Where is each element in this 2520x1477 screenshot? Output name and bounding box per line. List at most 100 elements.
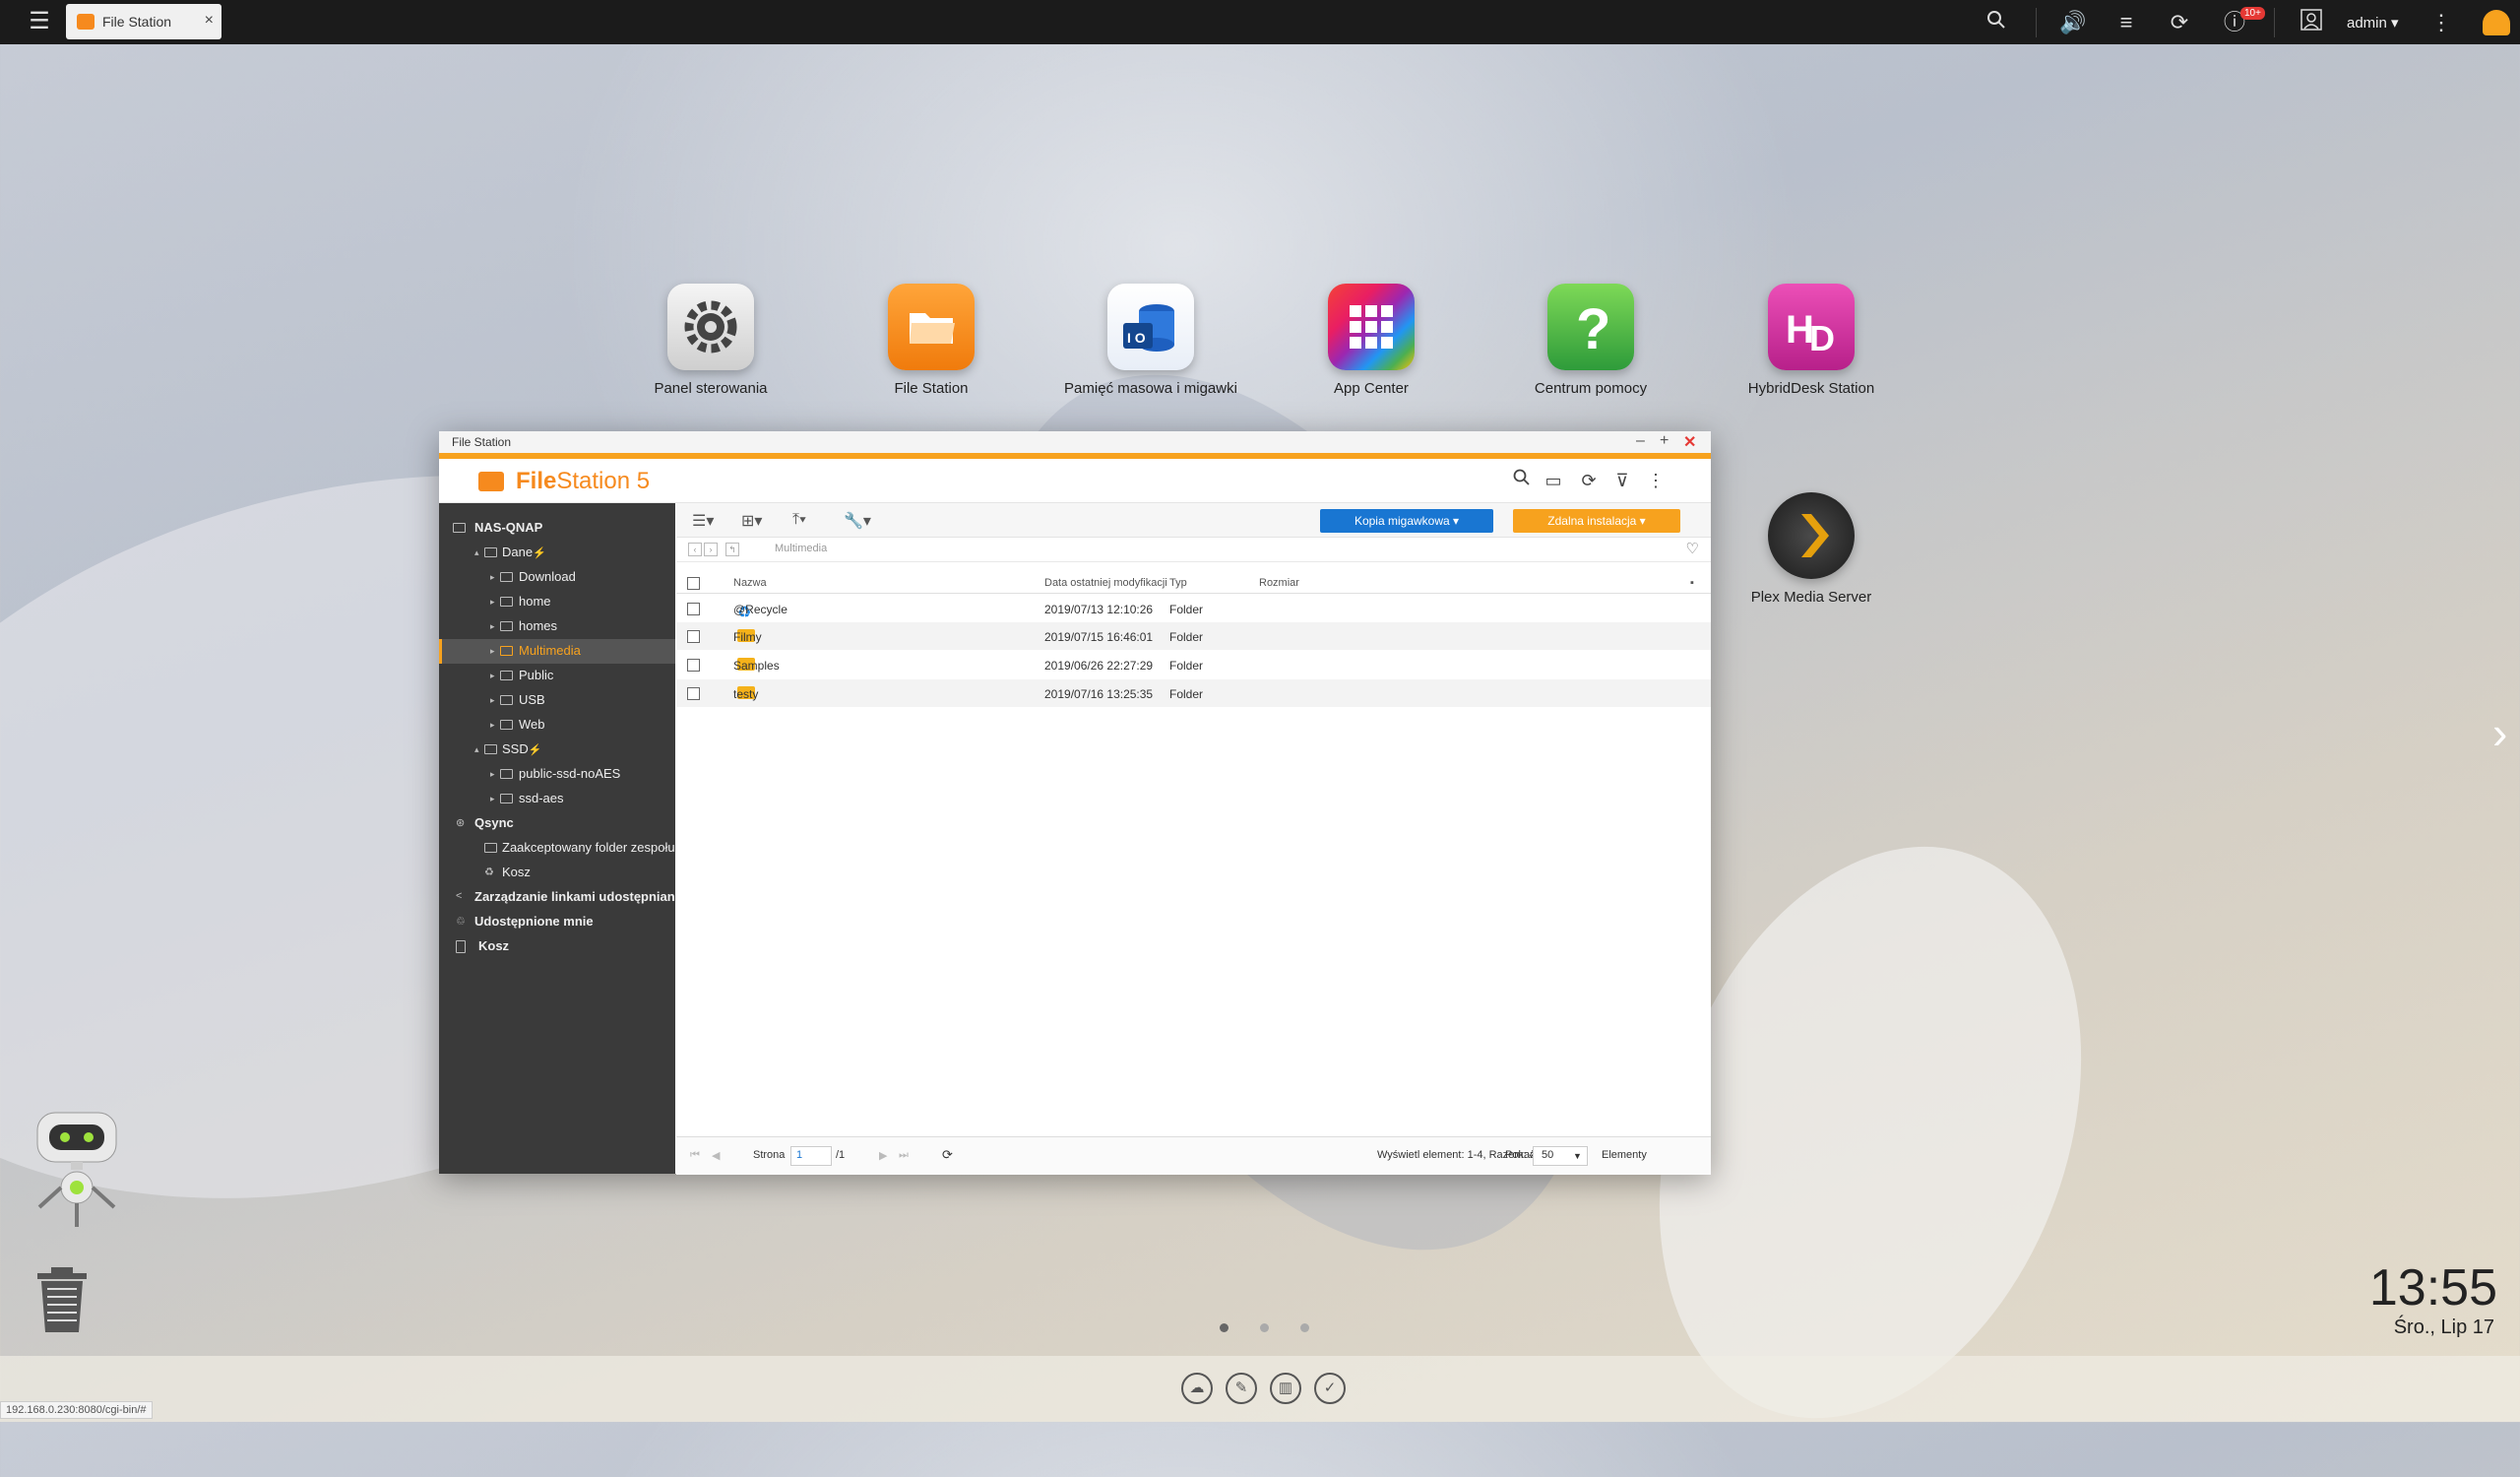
tools-icon[interactable]: ✎ [1226,1373,1257,1404]
qboost-robot-icon[interactable] [28,1105,136,1233]
notification-badge: 10+ [2240,7,2265,20]
view-mode-icon[interactable]: ☰▾ [692,511,714,531]
desktop-icon-label: App Center [1334,380,1409,397]
sync-icon[interactable]: ⟳ [2166,9,2193,36]
row-checkbox[interactable] [687,603,700,615]
last-page-icon[interactable]: ⏭ [899,1149,909,1162]
table-row[interactable]: ♻ @Recycle 2019/07/13 12:10:26 Folder [676,595,1711,622]
column-settings-icon[interactable]: ▪ [1690,577,1694,589]
create-folder-icon[interactable]: ⊞▾ [741,511,762,531]
sidebar-item-download[interactable]: ▸ Download [439,565,675,590]
sidebar-item-homes[interactable]: ▸ homes [439,614,675,639]
remote-install-button[interactable]: Zdalna instalacja ▾ [1513,509,1680,533]
refresh-icon[interactable]: ⟳ [1577,469,1601,492]
desktop-icon-storage[interactable]: I O Pamięć masowa i migawki [1057,284,1244,399]
sidebar-item-dane[interactable]: ▴ Dane⚡ [439,541,675,565]
desktop-icon-control-panel[interactable]: Panel sterowania [617,284,804,399]
sidebar-item-public-ssd-noaes[interactable]: ▸ public-ssd-noAES [439,762,675,787]
desktop-icon-help-center[interactable]: ? Centrum pomocy [1497,284,1684,399]
cloud-icon[interactable]: ☁ [1181,1373,1213,1404]
folder-icon [500,597,513,607]
snapshot-button[interactable]: Kopia migawkowa ▾ [1320,509,1493,533]
sidebar-item-ssd[interactable]: ▴ SSD⚡ [439,738,675,762]
page-input[interactable]: 1 [790,1146,832,1166]
sidebar-item-multimedia[interactable]: ▸ Multimedia [439,639,675,664]
tab-file-station[interactable]: File Station × [66,4,221,39]
sidebar-item-qsync-trash[interactable]: ♻ Kosz [439,861,675,885]
sidebar-item-trash[interactable]: Kosz [439,934,675,959]
file-type: Folder [1169,603,1204,616]
row-checkbox[interactable] [687,630,700,643]
table-row[interactable]: Samples 2019/06/26 22:27:29 Folder [676,651,1711,678]
desktop-icon-file-station[interactable]: File Station [838,284,1025,399]
divider [2274,8,2275,37]
next-desktop-chevron-icon[interactable]: › [2492,706,2507,759]
table-row[interactable]: Filmy 2019/07/15 16:46:01 Folder [676,622,1711,650]
favorite-icon[interactable]: ♡ [1686,540,1699,557]
file-modified: 2019/07/15 16:46:01 [1044,630,1154,644]
back-icon[interactable]: ‹ [688,543,702,556]
more-options-icon[interactable]: ⋮ [1644,469,1668,492]
column-modified[interactable]: Data ostatniej modyfikacji [1044,577,1167,589]
file-modified: 2019/07/13 12:10:26 [1044,603,1154,616]
sidebar-item-nas-qnap[interactable]: NAS-QNAP [439,516,675,541]
table-row[interactable]: testy 2019/07/16 13:25:35 Folder [676,679,1711,707]
status-url: 192.168.0.230:8080/cgi-bin/# [0,1401,153,1419]
desktop-icon-app-center[interactable]: App Center [1278,284,1465,399]
column-type[interactable]: Typ [1169,577,1187,589]
sidebar-item-shared-with-me[interactable]: ♲ Udostępnione mnie [439,910,675,934]
sidebar-item-usb[interactable]: ▸ USB [439,688,675,713]
toolbar: ☰▾ ⊞▾ ⤒▾ 🔧▾ Kopia migawkowa ▾ Zdalna ins… [676,503,1711,538]
row-checkbox[interactable] [687,659,700,672]
user-icon[interactable] [2298,9,2325,36]
select-all-checkbox[interactable] [687,577,700,590]
desktop-icon-plex[interactable]: Plex Media Server [1718,492,1905,608]
desktop-page-dot[interactable] [1220,1323,1228,1332]
window-title-bar[interactable]: File Station – + ✕ [439,431,1711,454]
expand-arrow-icon: ▸ [490,671,495,680]
desktop-page-dot[interactable] [1300,1323,1309,1332]
volume-icon[interactable]: 🔊 [2059,9,2087,36]
sidebar-item-home[interactable]: ▸ home [439,590,675,614]
tools-icon[interactable]: 🔧▾ [844,511,871,531]
minimize-icon[interactable]: – [1636,432,1645,450]
sidebar-item-web[interactable]: ▸ Web [439,713,675,738]
more-options-icon[interactable]: ⋮ [2427,9,2455,36]
remote-mount-icon[interactable]: ▭ [1542,469,1565,492]
desktop-page-dot[interactable] [1260,1323,1269,1332]
first-page-icon[interactable]: ⏮ [690,1149,700,1162]
sidebar-item-ssd-aes[interactable]: ▸ ssd-aes [439,787,675,811]
main-menu-icon[interactable]: ☰ [28,10,51,33]
trash-icon[interactable] [35,1265,89,1334]
row-checkbox[interactable] [687,687,700,700]
user-menu[interactable]: admin ▾ [2347,14,2399,32]
desktop-icon-label: Panel sterowania [654,380,768,397]
folder-icon [500,621,513,631]
book-icon[interactable]: ▥ [1270,1373,1301,1404]
sidebar-item-share-links[interactable]: < Zarządzanie linkami udostępniania [439,885,675,910]
sidebar-item-label: Kosz [502,865,531,879]
feedback-icon[interactable]: ✓ [1314,1373,1346,1404]
refresh-icon[interactable]: ⟳ [942,1147,953,1163]
upload-icon[interactable]: ⤒▾ [792,511,806,529]
next-page-icon[interactable]: ▶ [879,1149,887,1162]
maximize-icon[interactable]: + [1660,432,1669,450]
column-size[interactable]: Rozmiar [1259,577,1299,589]
search-icon[interactable] [1510,469,1534,492]
sidebar-item-team-folder[interactable]: Zaakceptowany folder zespołu [439,836,675,861]
sidebar-item-public[interactable]: ▸ Public [439,664,675,688]
close-icon[interactable]: ✕ [1683,432,1696,452]
background-tasks-icon[interactable]: ≡ [2112,9,2140,36]
column-name[interactable]: Nazwa [733,577,767,589]
dashboard-icon[interactable] [2483,10,2510,35]
prev-page-icon[interactable]: ◀ [712,1149,720,1162]
items-per-page-select[interactable]: 50 ▼ [1533,1146,1588,1166]
search-icon[interactable] [1983,9,2010,36]
desktop-icon-hybriddesk[interactable]: HD HybridDesk Station [1718,284,1905,399]
parent-folder-icon[interactable]: ↰ [725,543,739,556]
file-type: Folder [1169,687,1204,701]
sidebar-item-qsync[interactable]: ⊛ Qsync [439,811,675,836]
close-tab-icon[interactable]: × [205,12,214,30]
filter-icon[interactable]: ⊽ [1610,469,1634,492]
forward-icon[interactable]: › [704,543,718,556]
